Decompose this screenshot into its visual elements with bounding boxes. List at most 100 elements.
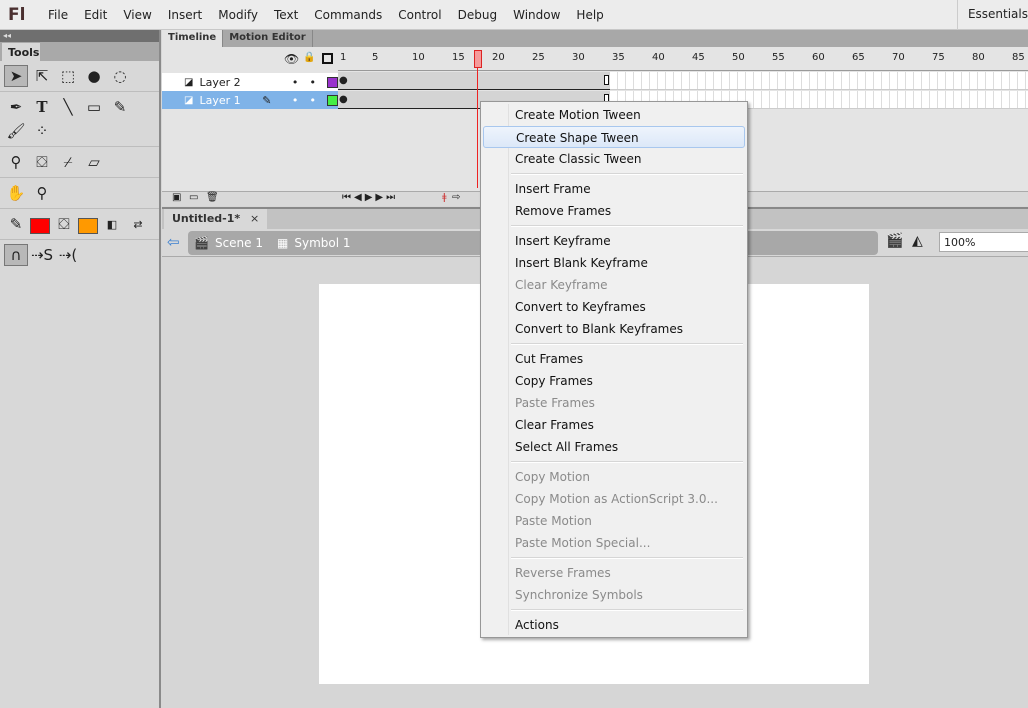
lock-dot[interactable]: • <box>310 76 328 89</box>
layer-name[interactable]: Layer 2 <box>199 76 277 89</box>
tab-motion-editor[interactable]: Motion Editor <box>223 30 313 47</box>
show-hide-all-icon[interactable]: 👁 <box>284 52 299 66</box>
brush-tool-icon[interactable]: 🖌 <box>4 120 28 142</box>
close-tab-icon[interactable]: × <box>250 212 259 225</box>
layer-name[interactable]: Layer 1 <box>199 94 262 107</box>
menu-commands[interactable]: Commands <box>306 8 390 22</box>
playback-controls[interactable]: ⏮◀▶▶⏭ <box>342 192 398 203</box>
menu-bar: Fl File Edit View Insert Modify Text Commands C… <box>0 0 1028 30</box>
menu-item-paste-frames: Paste Frames <box>515 396 595 410</box>
default-colors-icon[interactable]: ◧ <box>100 213 124 235</box>
delete-layer-icon[interactable]: 🗑 <box>206 192 219 203</box>
menu-item-convert-to-keyframes[interactable]: Convert to Keyframes <box>483 296 745 318</box>
subselection-tool-icon[interactable]: ⇱ <box>30 65 54 87</box>
frame-number: 30 <box>572 52 585 63</box>
menu-item-insert-keyframe[interactable]: Insert Keyframe <box>483 230 745 252</box>
smooth-icon[interactable]: ⇢S <box>30 244 54 266</box>
menu-modify[interactable]: Modify <box>210 8 266 22</box>
end-frame-marker <box>604 75 609 85</box>
lasso-tool-icon[interactable]: ◌ <box>108 65 132 87</box>
menu-item-clear-keyframe: Clear Keyframe <box>515 278 608 292</box>
document-tab[interactable]: Untitled-1* × <box>164 209 268 230</box>
frame-number: 65 <box>852 52 865 63</box>
edit-symbols-icon[interactable]: ◭ <box>912 233 923 249</box>
frame-number: 35 <box>612 52 625 63</box>
layer-row-selected[interactable]: ◪ Layer 1 ✎ • • <box>162 91 338 109</box>
menu-item-cut-frames[interactable]: Cut Frames <box>483 348 745 370</box>
selection-tool-icon[interactable]: ➤ <box>4 65 28 87</box>
new-layer-icon[interactable]: ▣ <box>172 192 181 203</box>
workspace-switcher[interactable]: Essentials <box>956 0 1028 30</box>
back-arrow-icon[interactable]: ⇦ <box>167 233 180 251</box>
collapse-panel-button[interactable]: ◂◂ <box>0 30 159 42</box>
center-frame-icon[interactable]: ǂ <box>442 192 447 203</box>
menu-insert[interactable]: Insert <box>160 8 210 22</box>
swap-colors-icon[interactable]: ⇄ <box>126 213 150 235</box>
3d-rotation-tool-icon[interactable]: ● <box>82 65 106 87</box>
snap-to-objects-icon[interactable]: ∩ <box>4 244 28 266</box>
hand-tool-icon[interactable]: ✋ <box>4 182 28 204</box>
stroke-color-swatch[interactable] <box>30 217 50 234</box>
pencil-tool-icon[interactable]: ✎ <box>108 96 132 118</box>
deco-tool-icon[interactable]: ⁘ <box>30 120 54 142</box>
eyedropper-tool-icon[interactable]: ⌿ <box>56 151 80 173</box>
tools-tab[interactable]: Tools <box>2 43 40 61</box>
lock-all-icon[interactable]: 🔒 <box>303 52 315 63</box>
frame-row[interactable]: ● <box>338 72 1028 90</box>
layer-color-box[interactable] <box>327 76 338 88</box>
menu-text[interactable]: Text <box>266 8 306 22</box>
breadcrumb-scene[interactable]: Scene 1 <box>215 236 263 250</box>
menu-window[interactable]: Window <box>505 8 568 22</box>
rectangle-tool-icon[interactable]: ▭ <box>82 96 106 118</box>
new-folder-icon[interactable]: ▭ <box>189 192 198 203</box>
frame-number: 5 <box>372 52 379 63</box>
menu-item-insert-frame[interactable]: Insert Frame <box>483 178 745 200</box>
edit-scene-icon[interactable]: 🎬 <box>886 233 903 249</box>
menu-control[interactable]: Control <box>390 8 449 22</box>
layer-color-box[interactable] <box>327 94 338 106</box>
menu-help[interactable]: Help <box>568 8 611 22</box>
lock-dot[interactable]: • <box>310 94 328 107</box>
layer-icon: ◪ <box>184 76 194 88</box>
menu-item-insert-blank-keyframe[interactable]: Insert Blank Keyframe <box>483 252 745 274</box>
tab-timeline[interactable]: Timeline <box>162 30 224 47</box>
menu-item-create-shape-tween[interactable]: Create Shape Tween <box>483 126 745 148</box>
visible-dot[interactable]: • <box>292 94 310 107</box>
menu-debug[interactable]: Debug <box>450 8 505 22</box>
free-transform-tool-icon[interactable]: ⬚ <box>56 65 80 87</box>
flash-logo: Fl <box>8 4 26 25</box>
menu-items: File Edit View Insert Modify Text Commands Cont… <box>40 8 612 22</box>
line-tool-icon[interactable]: ╲ <box>56 96 80 118</box>
menu-item-convert-to-blank-keyframes[interactable]: Convert to Blank Keyframes <box>483 318 745 340</box>
menu-item-select-all-frames[interactable]: Select All Frames <box>483 436 745 458</box>
outline-all-icon[interactable] <box>322 53 333 64</box>
frame-number: 15 <box>452 52 465 63</box>
menu-item-clear-frames[interactable]: Clear Frames <box>483 414 745 436</box>
frame-ruler[interactable]: 1 5 10 15 20 25 30 35 40 45 50 55 60 65 70 75 80 85 <box>338 47 1028 71</box>
pen-tool-icon[interactable]: ✒ <box>4 96 28 118</box>
menu-item-copy-frames[interactable]: Copy Frames <box>483 370 745 392</box>
menu-item-create-classic-tween[interactable]: Create Classic Tween <box>483 148 745 170</box>
menu-file[interactable]: File <box>40 8 76 22</box>
layer-row[interactable]: ◪ Layer 2 • • <box>162 73 338 91</box>
menu-view[interactable]: View <box>115 8 159 22</box>
eraser-tool-icon[interactable]: ▱ <box>82 151 106 173</box>
text-tool-icon[interactable]: T <box>30 96 54 118</box>
paint-bucket-tool-icon[interactable]: ⛋ <box>30 151 54 173</box>
bone-tool-icon[interactable]: ⚲ <box>4 151 28 173</box>
menu-separator <box>483 606 745 614</box>
loop-icon[interactable]: ⇨ <box>452 192 460 203</box>
menu-item-remove-frames[interactable]: Remove Frames <box>483 200 745 222</box>
menu-item-actions[interactable]: Actions <box>483 614 745 636</box>
zoom-input[interactable]: 100% <box>939 232 1028 252</box>
frame-number: 60 <box>812 52 825 63</box>
menu-item-create-motion-tween[interactable]: Create Motion Tween <box>483 104 745 126</box>
menu-edit[interactable]: Edit <box>76 8 115 22</box>
zoom-tool-icon[interactable]: ⚲ <box>30 182 54 204</box>
straighten-icon[interactable]: ⇢( <box>56 244 80 266</box>
fill-color-swatch[interactable] <box>78 217 98 234</box>
frame-number: 55 <box>772 52 785 63</box>
visible-dot[interactable]: • <box>292 76 310 89</box>
frame-number: 70 <box>892 52 905 63</box>
breadcrumb-symbol[interactable]: Symbol 1 <box>294 236 350 250</box>
